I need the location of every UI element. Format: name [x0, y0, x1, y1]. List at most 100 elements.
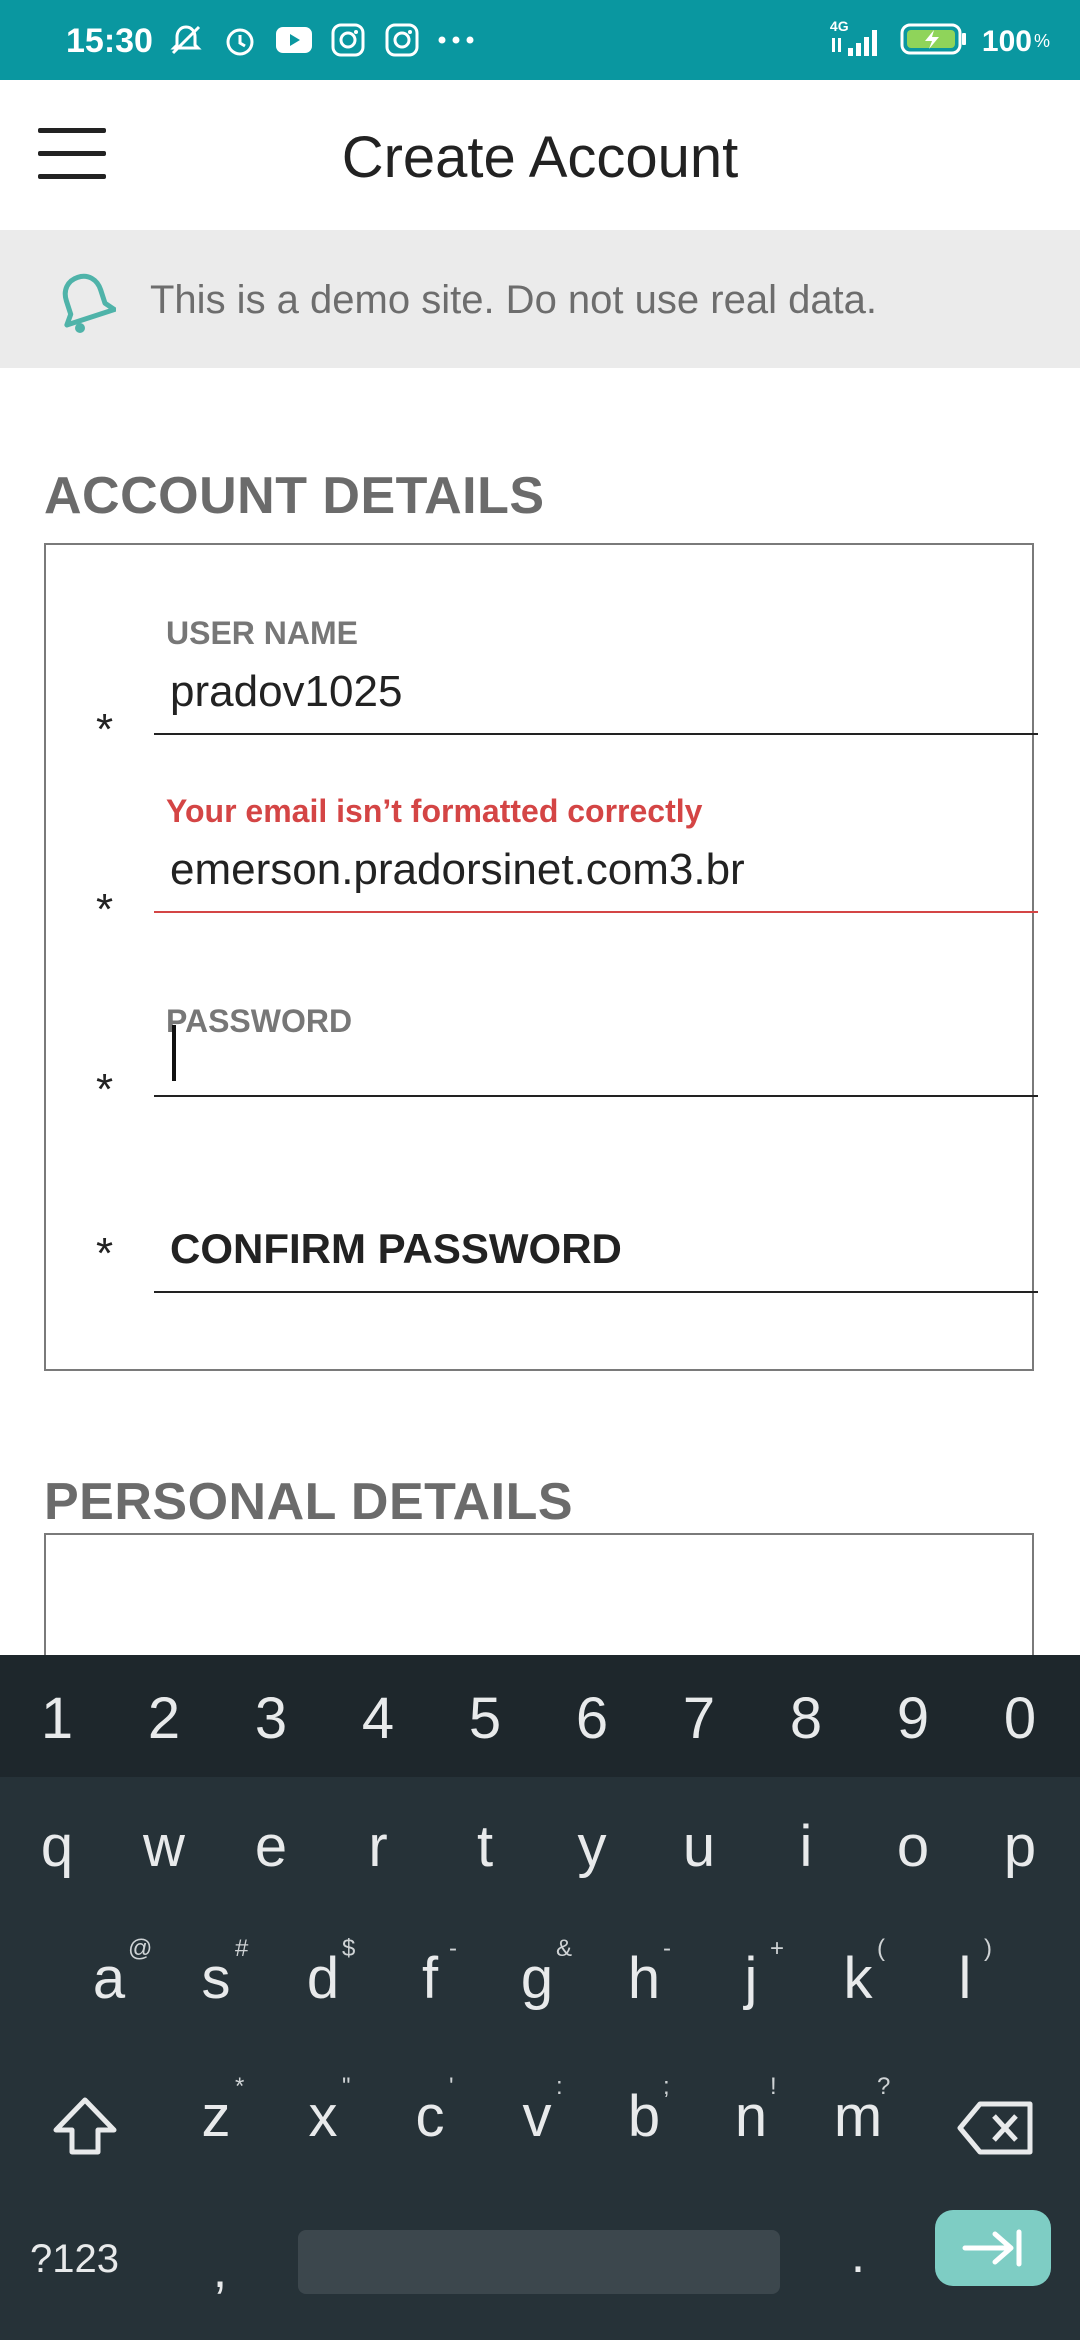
- key-b-alt: ;: [663, 2073, 670, 2100]
- key-r[interactable]: r: [333, 1813, 423, 1880]
- key-g[interactable]: g &: [492, 1935, 592, 2045]
- shift-icon: [53, 2097, 117, 2155]
- required-mark: *: [96, 885, 114, 934]
- key-z[interactable]: z *: [171, 2073, 271, 2183]
- key-v[interactable]: v :: [492, 2073, 592, 2183]
- key-f[interactable]: f -: [385, 1935, 485, 2045]
- key-y[interactable]: y: [547, 1813, 637, 1880]
- battery-level: 100: [981, 24, 1032, 58]
- key-f-alt: -: [449, 1935, 457, 1962]
- key-b[interactable]: b ;: [599, 2073, 699, 2183]
- key-u[interactable]: u: [654, 1813, 744, 1880]
- symbols-key[interactable]: ?123: [30, 2237, 140, 2282]
- comma-key[interactable]: ,: [200, 2240, 240, 2300]
- password-label: PASSWORD: [166, 1003, 353, 1039]
- key-c-alt: ': [449, 2073, 454, 2100]
- key-l-label: l: [958, 1946, 972, 2011]
- username-field[interactable]: * USER NAME pradov1025: [96, 615, 1038, 755]
- key-h[interactable]: h -: [599, 1935, 699, 2045]
- username-label: USER NAME: [166, 615, 359, 651]
- key-d-alt: $: [342, 1935, 356, 1962]
- key-0[interactable]: 0: [975, 1685, 1065, 1752]
- key-n[interactable]: n !: [706, 2073, 806, 2183]
- key-h-alt: -: [663, 1935, 671, 1962]
- more-dots-icon: [436, 22, 476, 58]
- app-bar: Create Account: [0, 80, 1080, 230]
- key-x-label: x: [308, 2084, 338, 2149]
- required-mark: *: [96, 1065, 114, 1114]
- key-o[interactable]: o: [868, 1813, 958, 1880]
- enter-key[interactable]: [935, 2210, 1051, 2286]
- password-field[interactable]: * PASSWORD: [96, 1003, 1038, 1143]
- mute-icon: [166, 22, 206, 58]
- key-a[interactable]: a @: [64, 1935, 164, 2045]
- key-f-label: f: [421, 1946, 439, 2011]
- key-k-label: k: [843, 1946, 873, 2011]
- system-indicators: 4G 100%: [830, 18, 1050, 61]
- key-s-alt: #: [235, 1935, 249, 1962]
- soft-keyboard: 1 2 3 4 5 6 7 8 9 0 q w e r t y u i o p …: [0, 1655, 1080, 2340]
- key-c[interactable]: c ': [385, 2073, 485, 2183]
- required-mark: *: [96, 705, 114, 754]
- key-v-alt: :: [556, 2073, 563, 2100]
- key-d[interactable]: d $: [278, 1935, 378, 2045]
- key-k-alt: (: [877, 1935, 885, 1962]
- key-t[interactable]: t: [440, 1813, 530, 1880]
- key-1[interactable]: 1: [12, 1685, 102, 1752]
- banner-message: This is a demo site. Do not use real dat…: [150, 278, 878, 322]
- key-x[interactable]: x ": [278, 2073, 378, 2183]
- backspace-key[interactable]: [946, 2080, 1056, 2190]
- key-h-label: h: [627, 1946, 661, 2011]
- key-l-alt: ): [984, 1935, 992, 1962]
- network-type: 4G: [829, 17, 849, 34]
- key-p[interactable]: p: [975, 1813, 1065, 1880]
- email-field[interactable]: * Your email isn’t formatted correctly e…: [96, 793, 1038, 934]
- key-8[interactable]: 8: [761, 1685, 851, 1752]
- instagram-icon: [382, 22, 422, 58]
- backspace-icon: [957, 2101, 1033, 2155]
- username-input[interactable]: pradov1025: [170, 667, 402, 717]
- password-underline: [154, 1095, 1038, 1097]
- page-title: Create Account: [341, 125, 739, 190]
- youtube-icon: [274, 22, 314, 58]
- key-4[interactable]: 4: [333, 1685, 423, 1752]
- key-9[interactable]: 9: [868, 1685, 958, 1752]
- key-l[interactable]: l ): [920, 1935, 1020, 2045]
- key-6[interactable]: 6: [547, 1685, 637, 1752]
- demo-banner: This is a demo site. Do not use real dat…: [0, 230, 1080, 368]
- key-n-alt: !: [770, 2073, 777, 2100]
- status-bar: 15:30 4G 100%: [0, 0, 1080, 80]
- key-z-label: z: [201, 2084, 231, 2149]
- space-key[interactable]: [298, 2230, 780, 2294]
- username-underline: [154, 733, 1038, 735]
- required-mark: *: [96, 1229, 114, 1278]
- text-cursor: [172, 1025, 176, 1081]
- key-m[interactable]: m ?: [813, 2073, 913, 2183]
- key-i[interactable]: i: [761, 1813, 851, 1880]
- tab-next-icon: [962, 2229, 1022, 2267]
- instagram-icon: [328, 22, 368, 58]
- confirm-password-placeholder: CONFIRM PASSWORD: [170, 1225, 622, 1272]
- key-3[interactable]: 3: [226, 1685, 316, 1752]
- account-details-card: * USER NAME pradov1025 * Your email isn’…: [44, 543, 1038, 1371]
- email-underline: [154, 911, 1038, 913]
- notification-icons: [166, 22, 476, 58]
- shift-key[interactable]: [36, 2080, 136, 2190]
- bell-icon: [56, 270, 117, 341]
- key-k[interactable]: k (: [813, 1935, 913, 2045]
- key-z-alt: *: [235, 2073, 245, 2100]
- section-title-personal-details: PERSONAL DETAILS: [44, 1473, 574, 1531]
- key-w[interactable]: w: [119, 1813, 209, 1880]
- key-e[interactable]: e: [226, 1813, 316, 1880]
- key-2[interactable]: 2: [119, 1685, 209, 1752]
- key-5[interactable]: 5: [440, 1685, 530, 1752]
- period-key[interactable]: .: [838, 2225, 878, 2285]
- key-v-label: v: [522, 2084, 552, 2149]
- key-s[interactable]: s #: [171, 1935, 271, 2045]
- key-j[interactable]: j +: [706, 1935, 806, 2045]
- key-n-label: n: [734, 2084, 768, 2149]
- email-input[interactable]: emerson.pradorsinet.com3.br: [170, 845, 745, 895]
- key-7[interactable]: 7: [654, 1685, 744, 1752]
- confirm-password-field[interactable]: * CONFIRM PASSWORD: [96, 1195, 1038, 1325]
- key-q[interactable]: q: [12, 1813, 102, 1880]
